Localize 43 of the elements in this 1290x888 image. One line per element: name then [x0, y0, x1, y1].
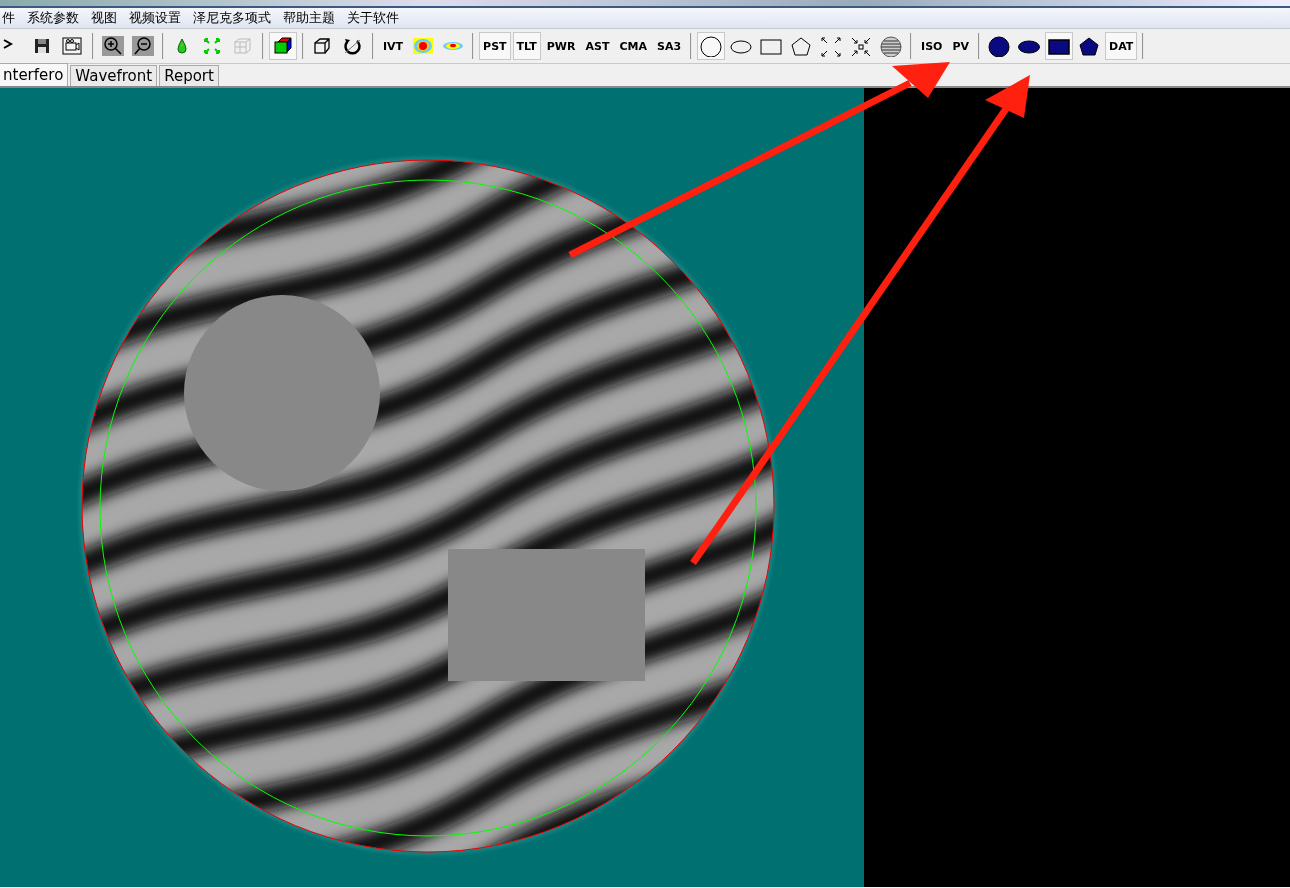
save-icon [35, 38, 49, 53]
toolbar-button[interactable]: AST [581, 32, 614, 60]
filled-rectangle-icon [1048, 38, 1070, 55]
filled-pentagon-icon [1079, 37, 1099, 55]
expand-icon [821, 37, 841, 56]
tab[interactable]: nterfero [0, 63, 69, 86]
box-icon [314, 37, 330, 54]
toolbar-button[interactable]: IVT [379, 32, 408, 60]
cube-icon [274, 37, 292, 53]
drop-icon [177, 38, 187, 53]
toolbar-button[interactable] [1045, 32, 1074, 60]
menu-item[interactable]: 系统参数 [21, 9, 85, 27]
zoom-in-icon [102, 35, 124, 56]
zoom-out-icon [132, 35, 154, 56]
toolbar-button[interactable] [697, 32, 726, 60]
tab[interactable]: Report [159, 65, 219, 86]
heat-map-icon [413, 37, 434, 54]
toolbar-button[interactable]: DAT [1105, 32, 1138, 60]
tab[interactable]: Wavefront [70, 65, 158, 86]
expand-icon [204, 37, 220, 54]
rotate-icon [344, 38, 361, 55]
camera-icon [62, 37, 82, 54]
toolbar-button[interactable]: ISO [917, 32, 947, 60]
filled-ellipse-icon [1018, 40, 1041, 53]
toolbar-button[interactable]: TLT [512, 32, 541, 60]
menu-item[interactable]: 视图 [85, 9, 123, 27]
ellipse-icon [730, 40, 752, 53]
toolbar-button[interactable]: CMA [615, 32, 651, 60]
menu-item[interactable]: 帮助主题 [277, 9, 341, 27]
menu-item[interactable]: 视频设置 [123, 9, 187, 27]
pentagon-icon [791, 37, 811, 55]
menu-item[interactable]: 件 [0, 9, 21, 27]
shrink-icon [851, 37, 871, 56]
mesh-icon [234, 38, 251, 53]
rectangle-icon [760, 39, 782, 54]
toolbar-button[interactable]: PWR [542, 32, 580, 60]
menu-item[interactable]: 关于软件 [341, 9, 405, 27]
toolbar-button[interactable]: SA3 [653, 32, 686, 60]
toolbar-button[interactable] [269, 32, 297, 60]
toolbar-button[interactable]: PV [948, 32, 974, 60]
toolbar-button[interactable]: PST [479, 32, 511, 60]
menu-item[interactable]: 泽尼克多项式 [187, 9, 277, 27]
heat-map-icon [443, 41, 464, 50]
